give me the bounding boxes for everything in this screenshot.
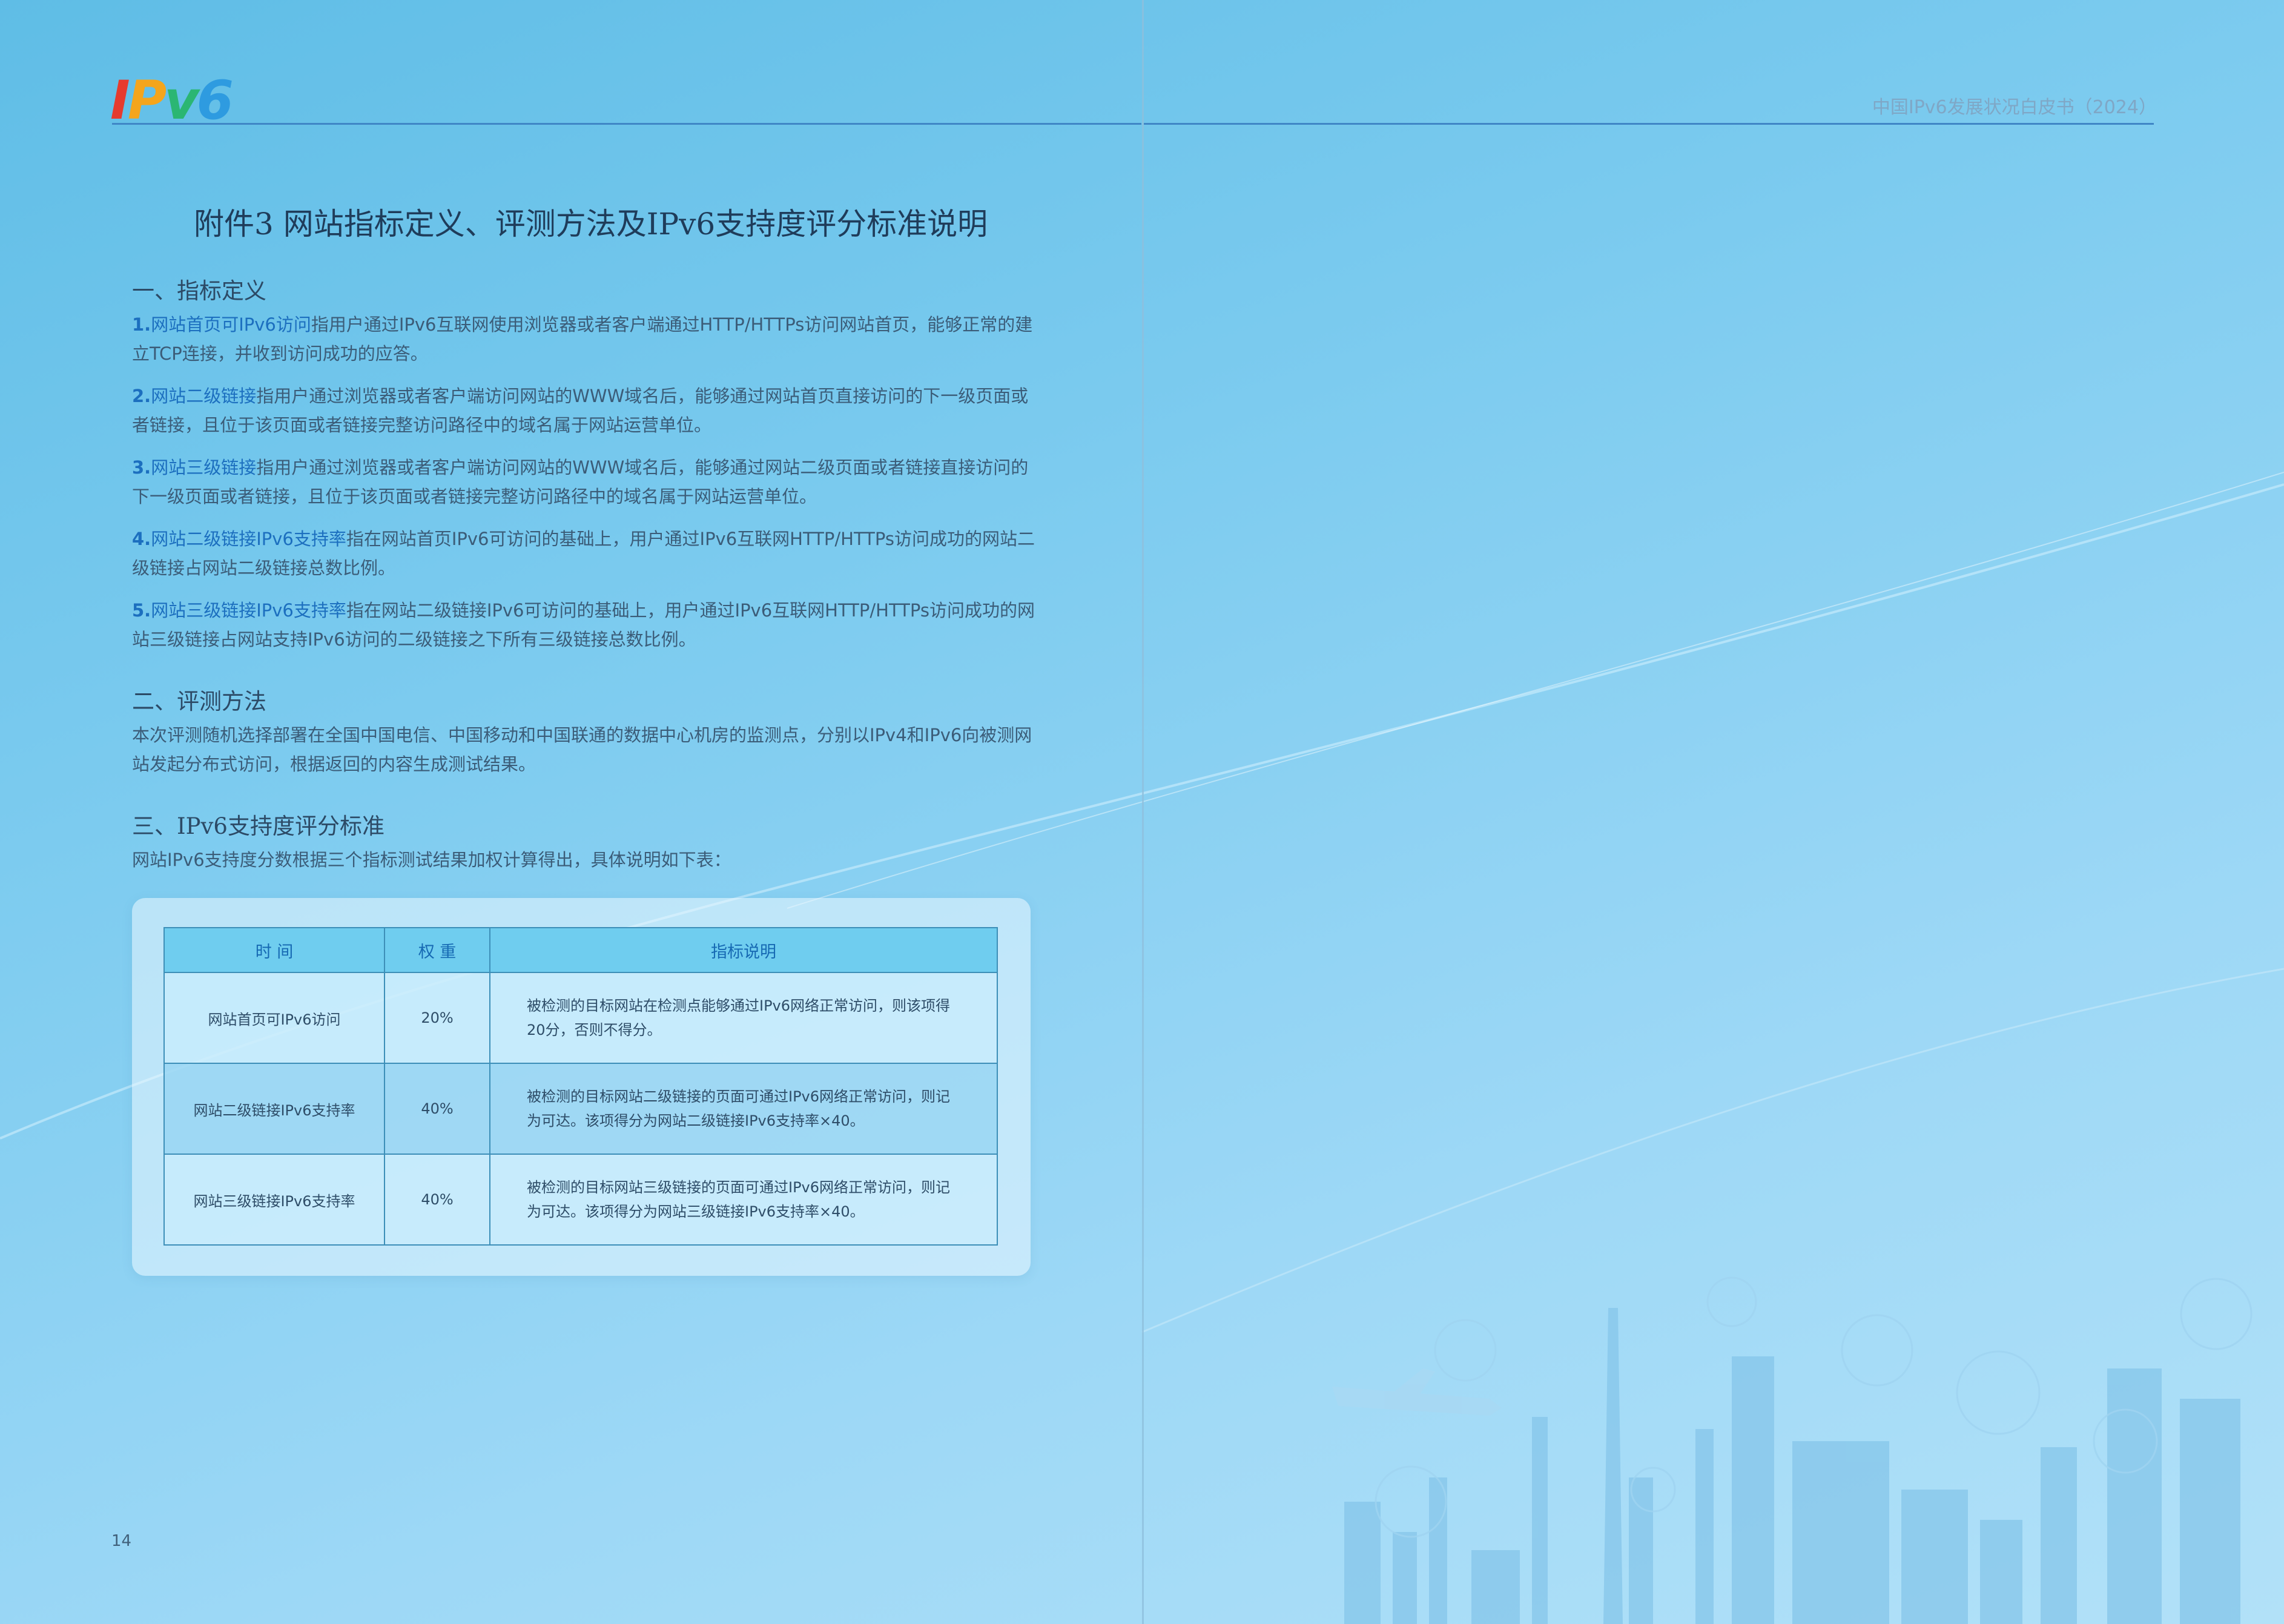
section-heading-method: 二、评测方法 [132,688,266,715]
description-cell: 被检测的目标网站二级链接的页面可通过IPv6网络正常访问，则记为可达。该项得分为… [489,1063,998,1155]
ipv6-logo: IPv6 [110,69,234,131]
definition-item: 1.网站首页可IPv6访问指用户通过IPv6互联网使用浏览器或者客户端通过HTT… [132,314,1033,364]
scoring-table-card: 时 间 权 重 指标说明 网站首页可IPv6访问 20% 被检测的目标网站在检测… [132,898,1031,1276]
appendix-title: 附件3 网站指标定义、评测方法及IPv6支持度评分标准说明 [194,206,988,242]
section-heading-definitions: 一、指标定义 [132,278,266,304]
indicator-cell: 网站三级链接IPv6支持率 [163,1154,385,1246]
weight-cell: 20% [384,972,490,1064]
header-rule-left [112,123,1141,125]
scoring-table: 时 间 权 重 指标说明 网站首页可IPv6访问 20% 被检测的目标网站在检测… [163,927,998,1246]
table-row: 网站三级链接IPv6支持率 40% 被检测的目标网站三级链接的页面可通过IPv6… [163,1154,998,1246]
table-header-cell: 权 重 [384,927,490,973]
section-heading-scoring: 三、IPv6支持度评分标准 [132,813,385,839]
definition-item: 3.网站三级链接指用户通过浏览器或者客户端访问网站的WWW域名后，能够通过网站二… [132,457,1029,507]
definition-item: 5.网站三级链接IPv6支持率指在网站二级链接IPv6可访问的基础上，用户通过I… [132,600,1035,650]
weight-cell: 40% [384,1154,490,1246]
description-cell: 被检测的目标网站三级链接的页面可通过IPv6网络正常访问，则记为可达。该项得分为… [489,1154,998,1246]
description-cell: 被检测的目标网站在检测点能够通过IPv6网络正常访问，则该项得20分，否则不得分… [489,972,998,1064]
definition-text: 指用户通过浏览器或者客户端访问网站的WWW域名后，能够通过网站二级页面或者链接直… [132,457,1029,507]
weight-cell: 40% [384,1063,490,1155]
definition-term: 网站首页可IPv6访问 [151,314,311,335]
definition-item: 2.网站二级链接指用户通过浏览器或者客户端访问网站的WWW域名后，能够通过网站首… [132,386,1029,435]
scoring-text: 网站IPv6支持度分数根据三个指标测试结果加权计算得出，具体说明如下表： [132,850,731,870]
city-skyline-illustration [1332,1276,2253,1624]
indicator-cell: 网站首页可IPv6访问 [163,972,385,1064]
table-header-cell: 时 间 [163,927,385,973]
definition-term: 网站三级链接IPv6支持率 [151,600,346,621]
definition-item: 4.网站二级链接IPv6支持率指在网站首页IPv6可访问的基础上，用户通过IPv… [132,529,1035,578]
indicator-cell: 网站二级链接IPv6支持率 [163,1063,385,1155]
header-rule-right [1144,123,2154,125]
definition-term: 网站二级链接IPv6支持率 [151,529,346,549]
method-text: 本次评测随机选择部署在全国中国电信、中国移动和中国联通的数据中心机房的监测点，分… [132,725,1032,774]
table-header-cell: 指标说明 [489,927,998,973]
page-spread-divider [1142,0,1144,1624]
page-number: 14 [111,1532,132,1550]
table-row: 网站首页可IPv6访问 20% 被检测的目标网站在检测点能够通过IPv6网络正常… [163,972,998,1064]
content: 一、指标定义 1.网站首页可IPv6访问指用户通过IPv6互联网使用浏览器或者客… [132,272,1040,888]
definition-term: 网站二级链接 [151,386,257,406]
table-row: 网站二级链接IPv6支持率 40% 被检测的目标网站二级链接的页面可通过IPv6… [163,1063,998,1155]
table-header-row: 时 间 权 重 指标说明 [163,927,998,973]
running-head: 中国IPv6发展状况白皮书（2024） [1872,97,2157,118]
definition-text: 指用户通过浏览器或者客户端访问网站的WWW域名后，能够通过网站首页直接访问的下一… [132,386,1029,435]
definition-term: 网站三级链接 [151,457,257,478]
